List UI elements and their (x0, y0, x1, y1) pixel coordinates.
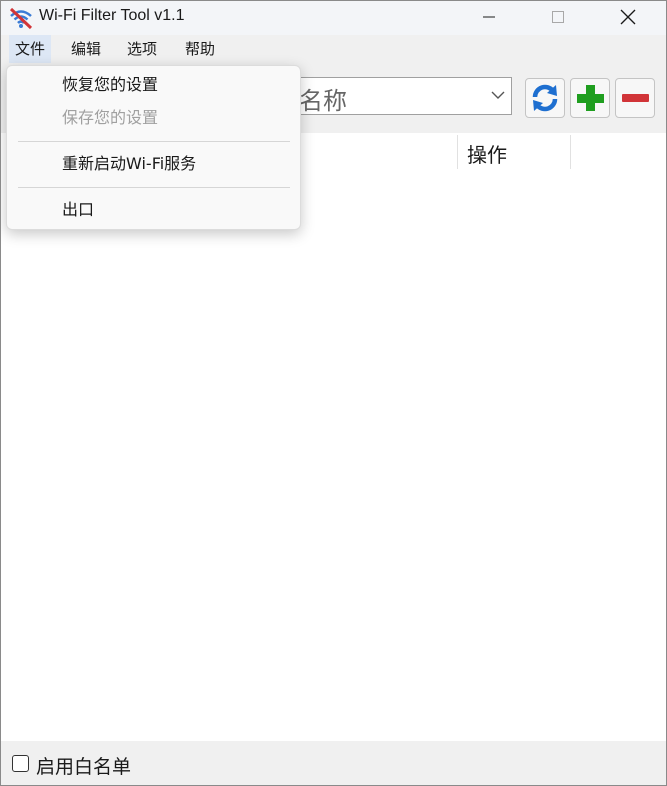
close-icon (620, 9, 636, 25)
refresh-icon (532, 84, 558, 112)
menu-separator (18, 141, 290, 142)
menu-separator (18, 187, 290, 188)
menu-file[interactable]: 文件 (9, 35, 52, 63)
column-divider[interactable] (457, 135, 458, 169)
add-button[interactable] (570, 78, 610, 118)
menu-help[interactable]: 帮助 (179, 35, 221, 63)
file-menu-dropdown: 恢复您的设置 保存您的设置 重新启动Wi-Fi服务 出口 (6, 65, 301, 230)
minus-icon (622, 94, 649, 102)
close-button[interactable] (605, 1, 651, 33)
menu-edit[interactable]: 编辑 (65, 35, 107, 63)
whitelist-checkbox[interactable] (12, 755, 29, 772)
plus-icon (577, 85, 604, 111)
menu-item-save-settings: 保存您的设置 (62, 108, 159, 127)
chevron-down-icon (491, 91, 505, 99)
column-divider[interactable] (570, 135, 571, 169)
maximize-button[interactable] (535, 1, 581, 33)
title-bar[interactable]: Wi-Fi Filter Tool v1.1 (1, 1, 666, 35)
column-header-action[interactable]: 操作 (467, 139, 507, 168)
menu-item-restore-settings[interactable]: 恢复您的设置 (62, 74, 158, 96)
menu-item-exit[interactable]: 出口 (62, 199, 94, 221)
window-title: Wi-Fi Filter Tool v1.1 (39, 7, 185, 24)
status-bar: 启用白名单 (1, 741, 666, 785)
menu-options[interactable]: 选项 (121, 35, 163, 63)
app-window: Wi-Fi Filter Tool v1.1 文件 编辑 选项 帮助 名称 操作… (0, 0, 667, 786)
wifi-filter-app-icon (9, 7, 33, 30)
network-list[interactable] (1, 169, 666, 741)
menu-item-restart-wifi-service[interactable]: 重新启动Wi-Fi服务 (62, 153, 196, 175)
remove-button[interactable] (615, 78, 655, 118)
maximize-icon (552, 11, 564, 23)
minimize-icon (483, 16, 495, 18)
menu-bar: 文件 编辑 选项 帮助 (1, 35, 666, 63)
minimize-button[interactable] (466, 1, 512, 33)
refresh-button[interactable] (525, 78, 565, 118)
network-name-value: 名称 (299, 87, 347, 115)
whitelist-label[interactable]: 启用白名单 (36, 752, 131, 779)
